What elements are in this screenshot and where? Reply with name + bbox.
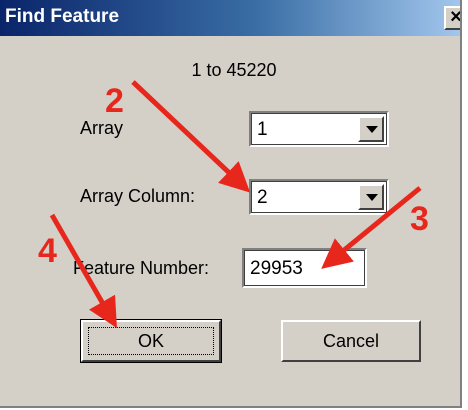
arrow-icon <box>321 186 422 269</box>
arrow-icon <box>131 80 251 193</box>
arrow-layer <box>49 80 422 329</box>
arrow-icon <box>49 213 117 329</box>
